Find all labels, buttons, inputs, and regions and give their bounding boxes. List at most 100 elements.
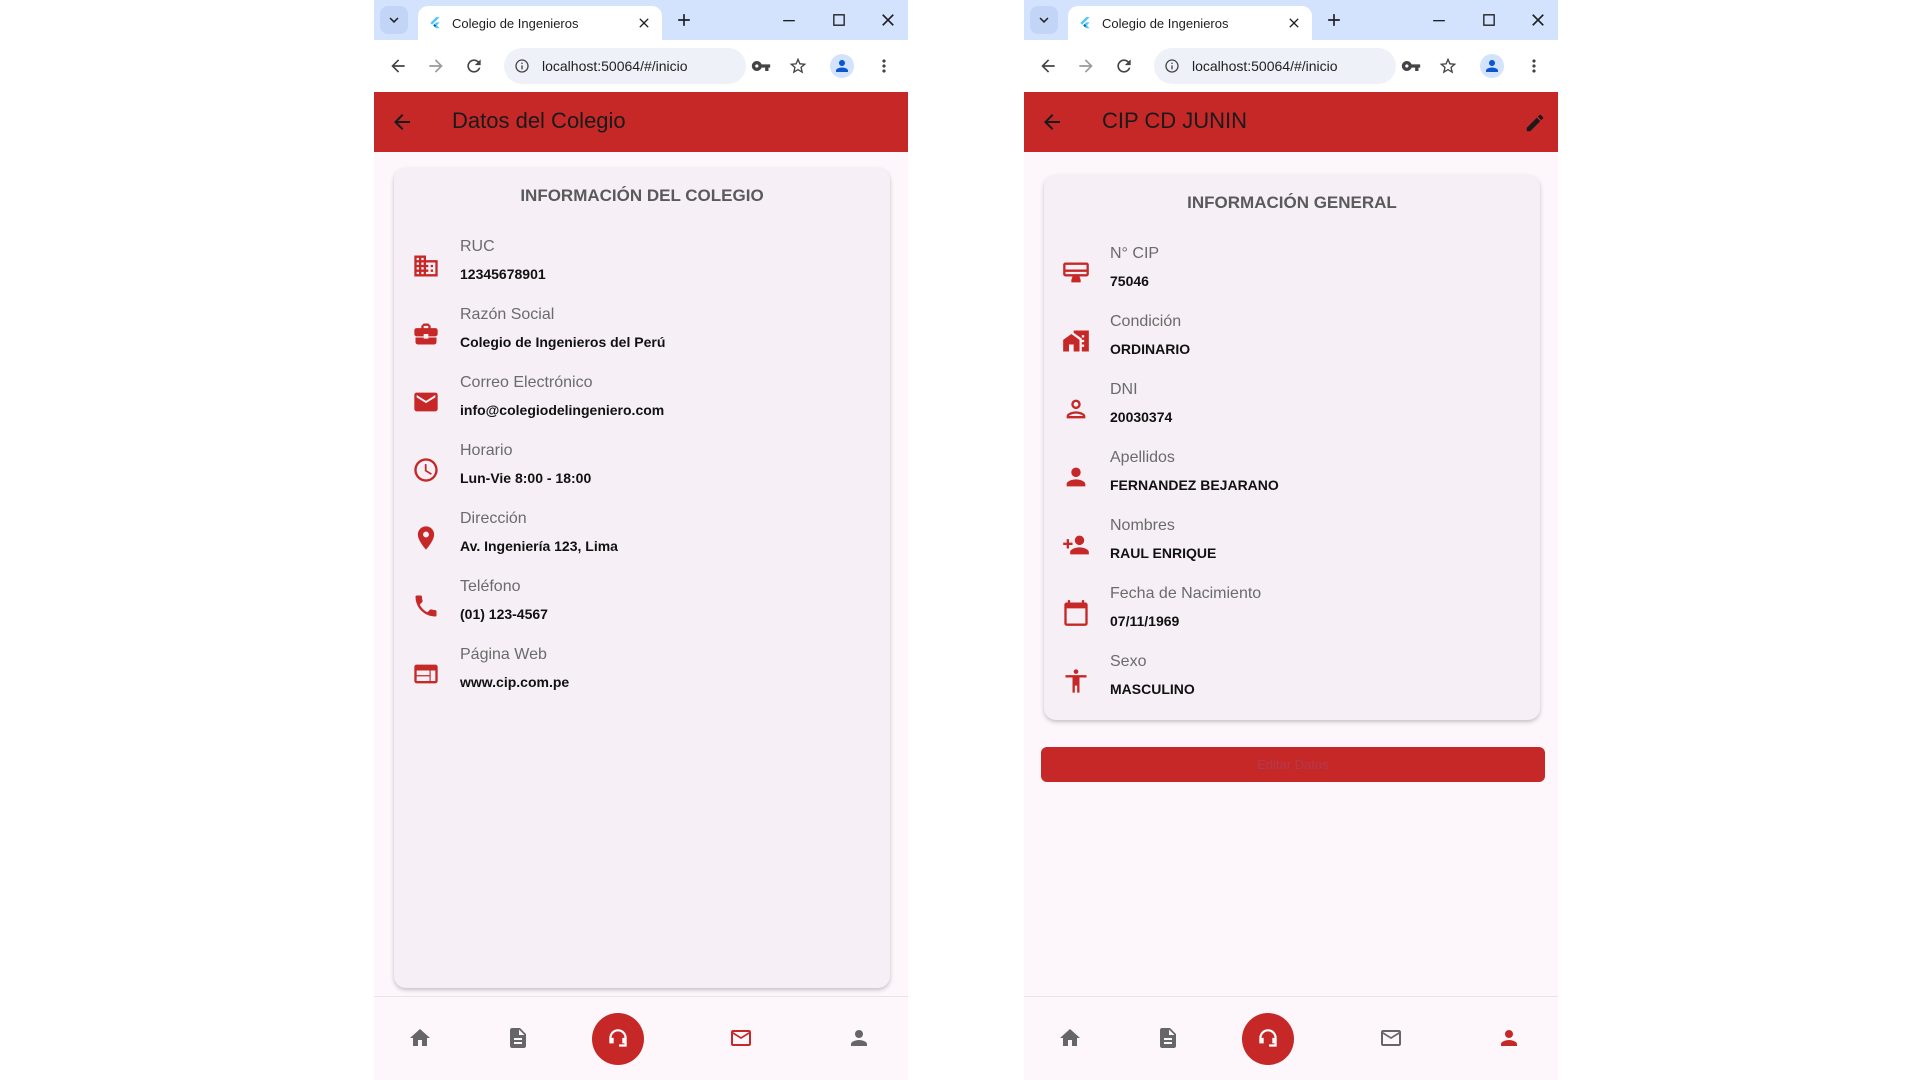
profile-nav-icon[interactable] bbox=[1497, 1026, 1521, 1050]
info-row-numero-cip: N° CIP 75046 bbox=[1044, 243, 1540, 303]
row-label: Página Web bbox=[460, 646, 547, 663]
info-row-condicion: Condición ORDINARIO bbox=[1044, 311, 1540, 371]
browser-tab[interactable]: Colegio de Ingenieros bbox=[1068, 6, 1312, 40]
close-tab-icon[interactable] bbox=[636, 15, 652, 31]
row-value: Lun-Vie 8:00 - 18:00 bbox=[460, 470, 592, 486]
chevron-down-icon bbox=[1035, 11, 1053, 29]
profile-nav-icon[interactable] bbox=[847, 1026, 871, 1050]
bottom-navigation bbox=[374, 996, 908, 1072]
profile-icon bbox=[833, 57, 851, 75]
maximize-icon[interactable] bbox=[829, 10, 849, 30]
row-value: FERNANDEZ BEJARANO bbox=[1110, 477, 1279, 493]
home-icon[interactable] bbox=[1058, 1026, 1082, 1050]
row-value: 12345678901 bbox=[460, 266, 546, 282]
back-icon[interactable] bbox=[1038, 56, 1058, 76]
home-work-icon bbox=[1062, 327, 1090, 355]
page-title: Datos del Colegio bbox=[452, 108, 626, 133]
info-row-email: Correo Electrónico info@colegiodelingeni… bbox=[394, 372, 890, 432]
card-heading: INFORMACIÓN GENERAL bbox=[1187, 193, 1397, 212]
address-bar[interactable]: localhost:50064/#/inicio bbox=[504, 48, 746, 84]
info-row-direccion: Dirección Av. Ingeniería 123, Lima bbox=[394, 508, 890, 568]
profile-avatar[interactable] bbox=[1480, 54, 1504, 78]
row-label: Razón Social bbox=[460, 306, 555, 323]
info-row-web: Página Web www.cip.com.pe bbox=[394, 644, 890, 704]
row-value: MASCULINO bbox=[1110, 681, 1195, 697]
info-row-apellidos: Apellidos FERNANDEZ BEJARANO bbox=[1044, 447, 1540, 507]
browser-toolbar: localhost:50064/#/inicio bbox=[374, 40, 908, 92]
mail-nav-icon[interactable] bbox=[1379, 1026, 1403, 1050]
row-label: Apellidos bbox=[1110, 449, 1175, 466]
support-center-button[interactable] bbox=[1242, 1013, 1294, 1065]
browser-window-left: Colegio de Ingenieros localhost:50064/#/… bbox=[374, 0, 908, 1080]
row-label: Condición bbox=[1110, 313, 1182, 330]
forward-icon[interactable] bbox=[1076, 56, 1096, 76]
minimize-icon[interactable] bbox=[1429, 10, 1449, 30]
document-icon[interactable] bbox=[1156, 1026, 1180, 1050]
url-text: localhost:50064/#/inicio bbox=[1192, 58, 1338, 74]
row-value: www.cip.com.pe bbox=[460, 674, 570, 690]
edit-data-button[interactable]: Editar Datos bbox=[1041, 747, 1545, 782]
row-value: info@colegiodelingeniero.com bbox=[460, 402, 665, 418]
browser-toolbar: localhost:50064/#/inicio bbox=[1024, 40, 1558, 92]
browser-window-right: Colegio de Ingenieros localhost:50064/#/… bbox=[1024, 0, 1558, 1080]
row-label: Correo Electrónico bbox=[460, 374, 593, 391]
back-arrow-icon[interactable] bbox=[1040, 110, 1064, 134]
back-arrow-icon[interactable] bbox=[390, 110, 414, 134]
mail-nav-icon[interactable] bbox=[729, 1026, 753, 1050]
tab-title: Colegio de Ingenieros bbox=[452, 15, 579, 31]
new-tab-icon[interactable] bbox=[1324, 10, 1344, 30]
profile-avatar[interactable] bbox=[830, 54, 854, 78]
tab-search-button[interactable] bbox=[1030, 6, 1058, 34]
row-label: Nombres bbox=[1110, 517, 1175, 534]
new-tab-icon[interactable] bbox=[674, 10, 694, 30]
accessibility-icon bbox=[1062, 667, 1090, 695]
info-row-fecha-nacimiento: Fecha de Nacimiento 07/11/1969 bbox=[1044, 583, 1540, 643]
row-value: 20030374 bbox=[1110, 409, 1173, 425]
more-menu-icon[interactable] bbox=[874, 56, 894, 76]
row-value: RAUL ENRIQUE bbox=[1110, 545, 1217, 561]
support-center-button[interactable] bbox=[592, 1013, 644, 1065]
close-tab-icon[interactable] bbox=[1286, 15, 1302, 31]
clock-icon bbox=[412, 456, 440, 484]
app-bar: Datos del Colegio bbox=[374, 92, 908, 152]
bookmark-star-icon[interactable] bbox=[1438, 56, 1458, 76]
info-row-horario: Horario Lun-Vie 8:00 - 18:00 bbox=[394, 440, 890, 500]
back-icon[interactable] bbox=[388, 56, 408, 76]
password-key-icon[interactable] bbox=[750, 56, 772, 76]
more-menu-icon[interactable] bbox=[1524, 56, 1544, 76]
site-info-icon[interactable] bbox=[1164, 58, 1180, 74]
tab-strip: Colegio de Ingenieros bbox=[1024, 0, 1558, 40]
forward-icon[interactable] bbox=[426, 56, 446, 76]
home-icon[interactable] bbox=[408, 1026, 432, 1050]
person-add-icon bbox=[1062, 531, 1090, 559]
minimize-icon[interactable] bbox=[779, 10, 799, 30]
profile-icon bbox=[1483, 57, 1501, 75]
row-value: 07/11/1969 bbox=[1110, 613, 1180, 629]
row-label: Teléfono bbox=[460, 578, 521, 595]
edit-pencil-icon[interactable] bbox=[1524, 112, 1546, 134]
close-window-icon[interactable] bbox=[878, 10, 898, 30]
password-key-icon[interactable] bbox=[1400, 56, 1422, 76]
maximize-icon[interactable] bbox=[1479, 10, 1499, 30]
tab-search-button[interactable] bbox=[380, 6, 408, 34]
reload-icon[interactable] bbox=[464, 56, 484, 76]
row-value: Av. Ingeniería 123, Lima bbox=[460, 538, 618, 554]
briefcase-icon bbox=[412, 320, 440, 348]
close-window-icon[interactable] bbox=[1528, 10, 1548, 30]
browser-tab[interactable]: Colegio de Ingenieros bbox=[418, 6, 662, 40]
reload-icon[interactable] bbox=[1114, 56, 1134, 76]
flutter-favicon-icon bbox=[1078, 16, 1092, 30]
support-agent-icon bbox=[1255, 1026, 1281, 1052]
url-text: localhost:50064/#/inicio bbox=[542, 58, 688, 74]
row-label: Fecha de Nacimiento bbox=[1110, 585, 1262, 602]
bookmark-star-icon[interactable] bbox=[788, 56, 808, 76]
chevron-down-icon bbox=[385, 11, 403, 29]
mail-icon bbox=[412, 388, 440, 416]
site-info-icon[interactable] bbox=[514, 58, 530, 74]
support-agent-icon bbox=[605, 1026, 631, 1052]
document-icon[interactable] bbox=[506, 1026, 530, 1050]
location-pin-icon bbox=[412, 524, 440, 552]
phone-icon bbox=[412, 592, 440, 620]
row-value: (01) 123-4567 bbox=[460, 606, 548, 622]
address-bar[interactable]: localhost:50064/#/inicio bbox=[1154, 48, 1396, 84]
